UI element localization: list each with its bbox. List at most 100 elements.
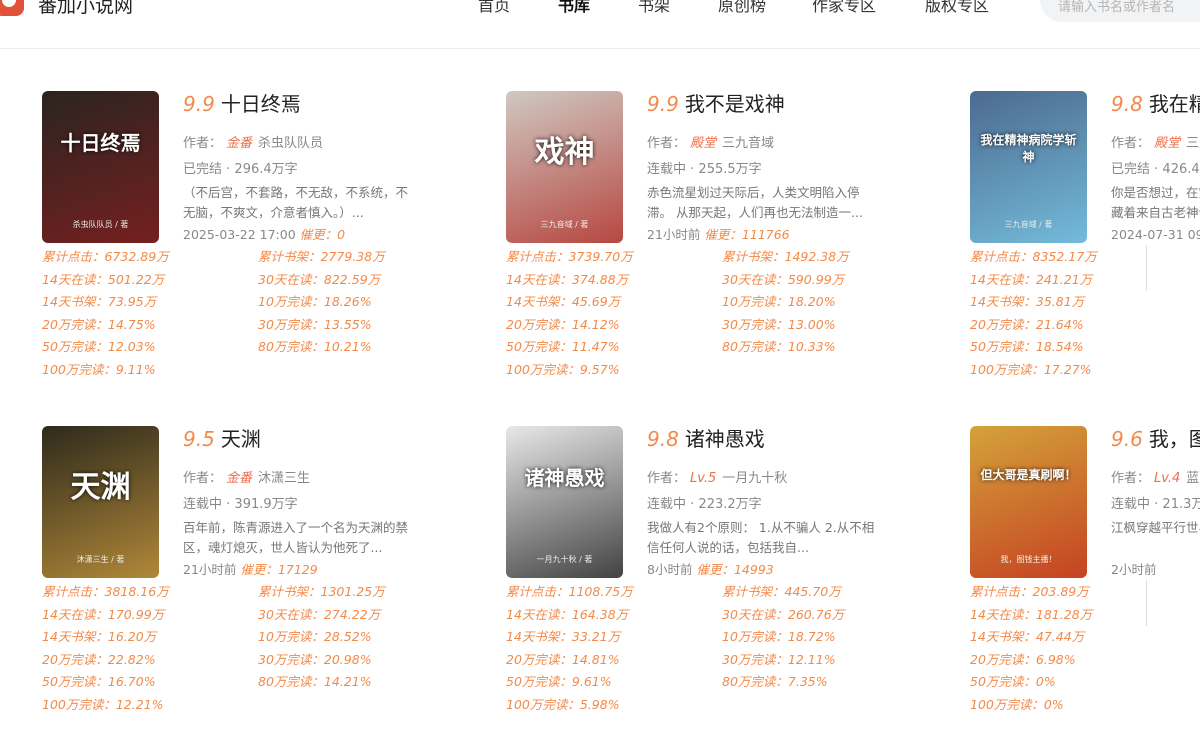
- nav-copyright-zone[interactable]: 版权专区: [925, 0, 989, 16]
- stat-finish-20w: 20万完读：6.98%: [970, 649, 1076, 668]
- stat-reading-30d: 30天在读：590.99万: [722, 269, 844, 288]
- book-title-row[interactable]: 9.5 天渊: [183, 426, 261, 454]
- update-time: 2小时前: [1111, 562, 1157, 577]
- update-row: 2025-03-22 17:00 催更：0: [183, 224, 345, 243]
- book-cover[interactable]: 但大哥是真刷啊！ 我，图钱主播！: [970, 426, 1087, 578]
- stat-label: 14天在读：: [506, 606, 572, 622]
- stat-label: 30天在读：: [722, 606, 788, 622]
- author-name[interactable]: 一月九十秋: [722, 471, 787, 486]
- author-row: 作者：殿堂三九音域: [1111, 132, 1200, 151]
- stat-value: 18.20%: [787, 294, 836, 309]
- site-name[interactable]: 番加小说网: [38, 0, 133, 18]
- book-title-row[interactable]: 9.9 我不是戏神: [647, 91, 785, 119]
- stat-value: 241.21万: [1035, 271, 1093, 287]
- stat-label: 100万完读：: [506, 696, 580, 712]
- book-card[interactable]: 天渊 沐潇三生 / 著 9.5 天渊 作者： 金番 沐潇三生 连载中 · 391.9万字 百年前…: [42, 426, 482, 726]
- book-title[interactable]: 十日终焉: [221, 92, 301, 116]
- stats-divider: [1146, 580, 1147, 626]
- author-label: 作者：: [1111, 471, 1151, 486]
- book-meta: 连载中 · 21.3万字: [1111, 493, 1200, 512]
- author-name[interactable]: 沐潇三生: [258, 471, 310, 486]
- nav-original-ranking[interactable]: 原创榜: [718, 0, 766, 16]
- author-name[interactable]: 三九音域: [722, 136, 774, 151]
- author-row: 作者： 金番 杀虫队队员: [183, 132, 323, 151]
- stat-value: 13.00%: [787, 316, 836, 332]
- stat-label: 14天书架：: [42, 629, 108, 644]
- stat-value: 18.72%: [787, 629, 836, 644]
- nav-author-zone[interactable]: 作家专区: [812, 0, 876, 16]
- stat-finish-50w: 50万完读：16.70%: [42, 671, 156, 690]
- book-title-row[interactable]: 9.6 我，图: [1111, 426, 1200, 454]
- book-title[interactable]: 天渊: [221, 427, 261, 451]
- book-cover[interactable]: 十日终焉 杀虫队队员 / 著: [42, 91, 159, 243]
- stat-value: 9.57%: [579, 361, 620, 377]
- book-title[interactable]: 我不是戏神: [685, 92, 785, 116]
- stat-finish-10w: 10万完读：28.52%: [258, 626, 372, 645]
- word-count: 426.4万字: [1162, 162, 1200, 177]
- book-card[interactable]: 我在精神病院学斩神三九音域 / 著9.8我在精神病院学斩神作者：殿堂三九音域已完…: [970, 91, 1200, 391]
- nav-home[interactable]: 首页: [478, 0, 510, 16]
- meta-separator: ·: [222, 162, 235, 177]
- book-cover[interactable]: 诸神愚戏 一月九十秋 / 著: [506, 426, 623, 578]
- book-title[interactable]: 诸神愚戏: [685, 427, 765, 451]
- stat-value: 445.70万: [784, 584, 841, 599]
- book-card[interactable]: 十日终焉 杀虫队队员 / 著 9.9 十日终焉 作者： 金番 杀虫队队员 已完结 · 296.…: [42, 91, 482, 391]
- book-card[interactable]: 诸神愚戏 一月九十秋 / 著 9.8 诸神愚戏 作者： Lv.5 一月九十秋 连载中 · 22…: [506, 426, 946, 726]
- book-title[interactable]: 我，图: [1149, 427, 1200, 451]
- author-name[interactable]: 杀虫队队员: [258, 136, 323, 151]
- stat-reading-14d: 14天在读：164.38万: [506, 604, 628, 623]
- stat-shelf-14d: 14天书架：73.95万: [42, 291, 156, 310]
- book-card[interactable]: 但大哥是真刷啊！ 我，图钱主播！ 9.6 我，图 作者： Lv.4 蓝连载中 · 21.3万…: [970, 426, 1200, 726]
- book-title-row[interactable]: 9.8 诸神愚戏: [647, 426, 765, 454]
- cover-author-text: 我，图钱主播！: [1000, 555, 1057, 564]
- stat-label: 累计点击：: [970, 249, 1033, 264]
- nav-library[interactable]: 书库: [558, 0, 590, 16]
- book-score: 9.8: [647, 427, 679, 451]
- search-box[interactable]: [1040, 0, 1200, 22]
- stat-value: 10.33%: [787, 339, 836, 354]
- book-title[interactable]: 我在精神病院学斩神: [1149, 92, 1200, 116]
- stat-finish-20w: 20万完读：22.82%: [42, 649, 156, 668]
- book-list: 十日终焉 杀虫队队员 / 著 9.9 十日终焉 作者： 金番 杀虫队队员 已完结 · 296.…: [0, 49, 1200, 750]
- nav-bookshelf[interactable]: 书架: [638, 0, 670, 16]
- stat-value: 8352.17万: [1032, 249, 1097, 264]
- cover-author-text: 杀虫队队员 / 著: [72, 220, 129, 229]
- stat-value: 3818.16万: [104, 584, 169, 599]
- author-name[interactable]: 蓝: [1186, 471, 1199, 486]
- stat-label: 20万完读：: [42, 316, 108, 332]
- stat-value: 45.69万: [571, 294, 621, 309]
- stat-label: 50万完读：: [970, 674, 1036, 689]
- stat-finish-80w: 80万完读：14.21%: [258, 671, 372, 690]
- stat-label: 14天在读：: [970, 271, 1036, 287]
- stat-label: 14天书架：: [42, 294, 108, 309]
- book-description: 赤色流星划过天际后，人类文明陷入停滞。 从那天起，人们再也无法制造一...: [647, 185, 863, 220]
- book-cover[interactable]: 我在精神病院学斩神 三九音域 / 著: [970, 91, 1087, 243]
- stat-total-shelf: 累计书架：2779.38万: [258, 246, 385, 265]
- book-title-row[interactable]: 9.9 十日终焉: [183, 91, 301, 119]
- book-title-row[interactable]: 9.8我在精神病院学斩神: [1111, 91, 1200, 119]
- book-card[interactable]: 戏神 三九音域 / 著 9.9 我不是戏神 作者： 殿堂 三九音域 连载中 · 255.5万字…: [506, 91, 946, 391]
- search-input[interactable]: [1056, 0, 1200, 18]
- stat-value: 260.76万: [787, 606, 845, 622]
- book-cover[interactable]: 天渊 沐潇三生 / 著: [42, 426, 159, 578]
- stat-label: 80万完读：: [258, 339, 324, 354]
- author-name[interactable]: 三九音域: [1186, 136, 1200, 151]
- stat-value: 3739.70万: [568, 249, 633, 264]
- stat-value: 73.95万: [107, 294, 157, 309]
- book-score: 9.5: [183, 427, 215, 451]
- stat-value: 16.70%: [107, 674, 156, 689]
- stat-value: 1492.38万: [784, 249, 849, 264]
- urge-count: 111766: [741, 227, 790, 242]
- stat-value: 181.28万: [1035, 606, 1093, 622]
- stat-label: 10万完读：: [722, 294, 788, 309]
- stat-value: 203.89万: [1032, 584, 1089, 599]
- book-cover[interactable]: 戏神 三九音域 / 著: [506, 91, 623, 243]
- stat-label: 50万完读：: [506, 339, 572, 354]
- book-description: 我做人有2个原则： 1.从不骗人 2.从不相信任何人说的话，包括我自...: [647, 520, 875, 555]
- logo-icon[interactable]: [0, 0, 24, 16]
- stat-finish-100w: 100万完读：9.57%: [506, 359, 620, 378]
- stat-label: 100万完读：: [506, 361, 580, 377]
- book-status: 连载中: [1111, 497, 1151, 512]
- update-time: 21小时前: [183, 562, 237, 577]
- stat-label: 30万完读：: [722, 316, 788, 332]
